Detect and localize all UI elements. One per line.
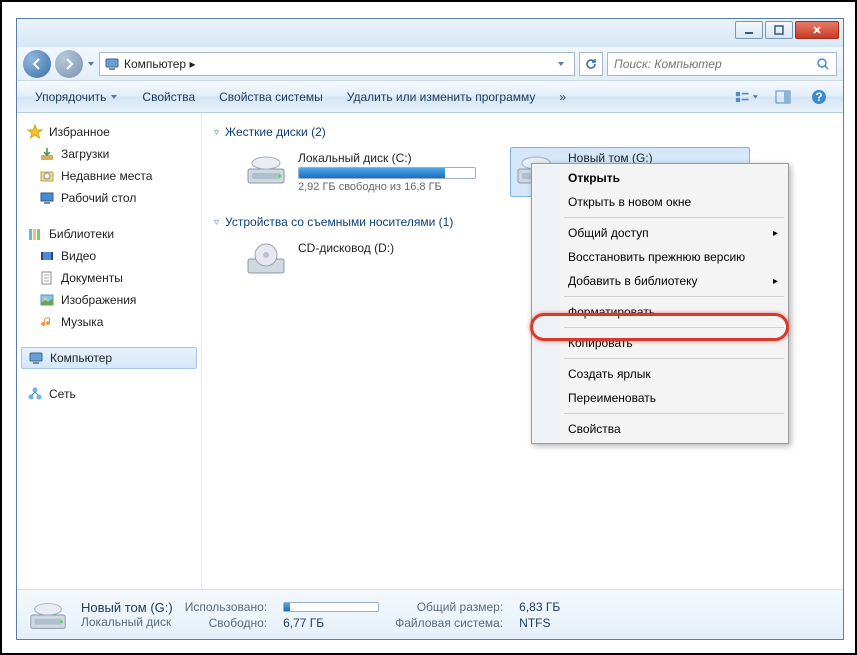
drive-c-label: Локальный диск (C:) — [298, 151, 476, 165]
hdd-icon — [27, 597, 69, 633]
address-bar[interactable]: Компьютер ▸ — [99, 52, 575, 76]
menu-copy[interactable]: Копировать — [534, 331, 786, 355]
sidebar-computer[interactable]: Компьютер — [21, 347, 197, 369]
titlebar — [17, 19, 843, 47]
refresh-button[interactable] — [579, 52, 603, 76]
view-options-button[interactable] — [735, 85, 759, 109]
collapse-icon: ▿ — [214, 217, 219, 228]
recent-icon — [39, 168, 55, 184]
status-free-value: 6,77 ГБ — [283, 616, 379, 630]
navigation-pane: Избранное Загрузки Недавние места Рабочи… — [17, 113, 202, 589]
drive-c-free: 2,92 ГБ свободно из 16,8 ГБ — [298, 181, 476, 193]
context-menu: Открыть Открыть в новом окне Общий досту… — [531, 163, 789, 444]
status-fs-value: NTFS — [519, 616, 560, 630]
libraries-icon — [27, 226, 43, 242]
status-used-label: Использовано: — [185, 600, 267, 614]
drive-d-label: CD-дисковод (D:) — [298, 241, 476, 255]
videos-icon — [39, 248, 55, 264]
drive-c[interactable]: Локальный диск (C:) 2,92 ГБ свободно из … — [240, 147, 480, 197]
status-free-label: Свободно: — [185, 616, 267, 630]
details-pane: Новый том (G:) Локальный диск Использова… — [17, 589, 843, 639]
star-icon — [27, 124, 43, 140]
hdd-icon — [244, 151, 288, 187]
sidebar-recent[interactable]: Недавние места — [21, 165, 197, 187]
menu-restore-version[interactable]: Восстановить прежнюю версию — [534, 245, 786, 269]
menu-properties[interactable]: Свойства — [534, 417, 786, 441]
organize-button[interactable]: Упорядочить — [25, 85, 128, 109]
sidebar-documents[interactable]: Документы — [21, 267, 197, 289]
network-icon — [27, 386, 43, 402]
sidebar-music[interactable]: Музыка — [21, 311, 197, 333]
status-total-value: 6,83 ГБ — [519, 600, 560, 614]
sidebar-favorites[interactable]: Избранное — [21, 121, 197, 143]
collapse-icon: ▿ — [214, 127, 219, 138]
preview-pane-button[interactable] — [771, 85, 795, 109]
back-button[interactable] — [23, 50, 51, 78]
menu-open[interactable]: Открыть — [534, 166, 786, 190]
computer-icon — [104, 56, 120, 72]
computer-icon — [28, 350, 44, 366]
status-total-label: Общий размер: — [395, 600, 503, 614]
menu-rename[interactable]: Переименовать — [534, 386, 786, 410]
menu-format[interactable]: Форматировать... — [534, 300, 786, 324]
maximize-button[interactable] — [765, 21, 793, 39]
close-button[interactable] — [795, 21, 839, 39]
history-dropdown-icon[interactable] — [87, 60, 95, 68]
status-used-bar — [283, 602, 379, 612]
status-fs-label: Файловая система: — [395, 616, 503, 630]
search-icon — [816, 57, 830, 71]
section-hard-drives[interactable]: ▿Жесткие диски (2) — [214, 125, 831, 139]
search-box[interactable] — [607, 52, 837, 76]
navigation-bar: Компьютер ▸ — [17, 47, 843, 81]
drive-c-usage-bar — [298, 167, 476, 179]
forward-button[interactable] — [55, 50, 83, 78]
address-dropdown[interactable] — [552, 53, 570, 75]
uninstall-button[interactable]: Удалить или изменить программу — [337, 85, 546, 109]
music-icon — [39, 314, 55, 330]
status-subtitle: Локальный диск — [81, 615, 173, 629]
search-input[interactable] — [614, 57, 816, 71]
minimize-button[interactable] — [735, 21, 763, 39]
sidebar-videos[interactable]: Видео — [21, 245, 197, 267]
sidebar-network[interactable]: Сеть — [21, 383, 197, 405]
documents-icon — [39, 270, 55, 286]
menu-share[interactable]: Общий доступ▸ — [534, 221, 786, 245]
pictures-icon — [39, 292, 55, 308]
submenu-arrow-icon: ▸ — [773, 228, 778, 239]
drive-d[interactable]: CD-дисковод (D:) — [240, 237, 480, 281]
toolbar-overflow[interactable]: » — [549, 85, 576, 109]
sidebar-desktop[interactable]: Рабочий стол — [21, 187, 197, 209]
address-text: Компьютер ▸ — [124, 57, 548, 71]
menu-create-shortcut[interactable]: Создать ярлык — [534, 362, 786, 386]
command-bar: Упорядочить Свойства Свойства системы Уд… — [17, 81, 843, 113]
sidebar-libraries[interactable]: Библиотеки — [21, 223, 197, 245]
svg-text:?: ? — [815, 90, 822, 104]
help-button[interactable]: ? — [807, 85, 831, 109]
desktop-icon — [39, 190, 55, 206]
menu-add-to-library[interactable]: Добавить в библиотеку▸ — [534, 269, 786, 293]
properties-button[interactable]: Свойства — [132, 85, 205, 109]
system-properties-button[interactable]: Свойства системы — [209, 85, 333, 109]
status-title: Новый том (G:) — [81, 600, 173, 615]
downloads-icon — [39, 146, 55, 162]
menu-open-new-window[interactable]: Открыть в новом окне — [534, 190, 786, 214]
sidebar-pictures[interactable]: Изображения — [21, 289, 197, 311]
cd-drive-icon — [244, 241, 288, 277]
submenu-arrow-icon: ▸ — [773, 276, 778, 287]
sidebar-downloads[interactable]: Загрузки — [21, 143, 197, 165]
